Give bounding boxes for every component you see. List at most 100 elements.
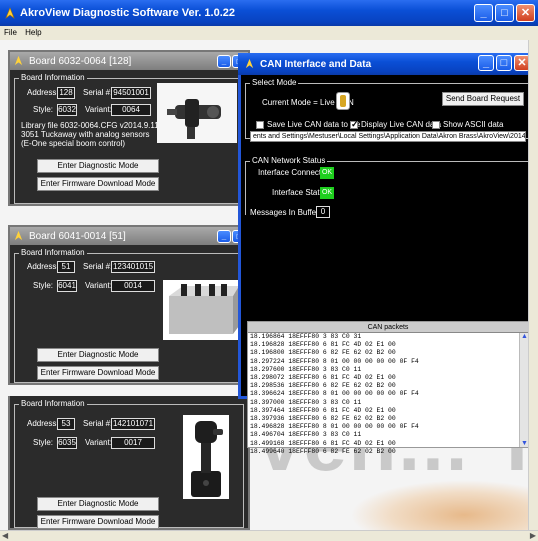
enter-firmware-download-button[interactable]: Enter Firmware Download Mode (37, 515, 159, 529)
messages-in-buffer-value: 0 (316, 206, 330, 218)
minimize-button[interactable]: _ (474, 4, 493, 22)
can-packet-row: 18.297600 18EFFF80 3 83 C0 11 (250, 365, 362, 373)
board-minimize-button[interactable]: _ (217, 55, 231, 68)
can-window-title: CAN Interface and Data (260, 58, 372, 70)
library-info-line-2: 3051 Tuckaway with analog sensors (21, 130, 150, 139)
board-title-bar: Board 6041-0014 [51] _□ (10, 227, 248, 245)
mode-toggle-switch[interactable] (336, 92, 350, 110)
board-minimize-button[interactable]: _ (217, 230, 231, 243)
akroview-app-icon (4, 7, 16, 19)
board-info-group: Board Information Address: 128 Serial #:… (14, 73, 244, 204)
board-info-group: Board Information Address: 51 Serial #: … (14, 248, 244, 383)
can-packet-row: 18.196864 18EFFF80 3 83 C0 31 (250, 333, 362, 340)
address-value: 51 (57, 261, 75, 273)
board-window-3[interactable]: Board Information Address: 53 Serial #: … (8, 396, 250, 530)
can-title-bar: CAN Interface and Data _ □ ✕ (238, 53, 533, 75)
serial-value: 142101071 (111, 418, 155, 430)
can-packet-list: 18.196864 18EFFF80 3 83 C0 31 18.196828 1… (248, 333, 528, 456)
can-packets-header: CAN packets (248, 322, 528, 333)
variant-label: Variant: (85, 105, 112, 114)
messages-in-buffer-label: Messages In Buffer (250, 208, 319, 217)
enter-firmware-download-button[interactable]: Enter Firmware Download Mode (37, 366, 159, 380)
can-maximize-button[interactable]: □ (496, 55, 512, 71)
horizontal-scrollbar[interactable]: ◀ ▶ (0, 530, 538, 541)
can-packets-panel[interactable]: CAN packets 18.196864 18EFFF80 3 83 C0 3… (247, 321, 529, 455)
style-value: 6035 (57, 437, 77, 449)
send-board-request-button[interactable]: Send Board Request (442, 92, 524, 106)
address-label: Address: (27, 88, 59, 97)
can-packet-row: 18.499640 18EFFF80 6 82 FE 62 02 B2 00 (250, 447, 396, 455)
enter-diagnostic-mode-button[interactable]: Enter Diagnostic Mode (37, 497, 159, 511)
can-network-status-label: CAN Network Status (250, 156, 328, 165)
board-window-2[interactable]: Board 6041-0014 [51] _□ Board Informatio… (8, 225, 250, 385)
group-label: Board Information (19, 248, 87, 257)
library-info-line-1: Library file 6032-0064.CFG v2014.9.11.0 (21, 121, 166, 130)
board-window-1[interactable]: Board 6032-0064 [128] _□ Board Informati… (8, 50, 250, 206)
interface-status-value: OK (320, 187, 334, 199)
scroll-left-arrow-icon[interactable]: ◀ (2, 531, 8, 540)
board-title: Board 6041-0014 [51] (29, 230, 126, 242)
style-label: Style: (33, 438, 54, 447)
variant-label: Variant: (85, 281, 112, 290)
variant-value: 0017 (111, 437, 155, 449)
style-label: Style: (33, 281, 54, 290)
checked-checkbox-icon (350, 119, 359, 130)
can-packet-row: 18.196800 18EFFF80 6 82 FE 62 02 B2 00 (250, 349, 396, 357)
can-minimize-button[interactable]: _ (478, 55, 494, 71)
enter-firmware-download-button[interactable]: Enter Firmware Download Mode (37, 177, 159, 191)
board-info-group: Board Information Address: 53 Serial #: … (14, 399, 244, 529)
group-label: Board Information (19, 399, 87, 408)
vertical-scrollbar[interactable] (528, 40, 538, 530)
can-packet-row: 18.396624 18EFFF80 8 01 00 00 00 00 00 0… (250, 390, 419, 398)
address-label: Address: (27, 419, 59, 428)
can-packet-row: 18.298536 18EFFF80 6 82 FE 62 02 B2 00 (250, 382, 396, 390)
menu-file[interactable]: File (4, 28, 17, 37)
packets-scrollbar[interactable]: ▲ ▼ (519, 333, 528, 447)
interface-connection-status: OK (320, 167, 334, 179)
app-title: AkroView Diagnostic Software Ver. 1.0.22 (20, 7, 235, 19)
maximize-button[interactable]: □ (495, 4, 514, 22)
can-interface-window[interactable]: CAN Interface and Data _ □ ✕ Select Mode… (238, 53, 533, 455)
save-live-can-checkbox[interactable]: Save Live CAN data to file (256, 120, 360, 129)
board-icon (13, 230, 25, 242)
style-label: Style: (33, 105, 54, 114)
library-info-line-3: (E-One special boom control) (21, 139, 126, 148)
address-value: 53 (57, 418, 75, 430)
style-value: 6041 (57, 280, 77, 292)
can-window-icon (244, 58, 256, 70)
can-packet-row: 18.196828 18EFFF80 6 81 FC 4D 02 E1 00 (250, 341, 396, 349)
select-mode-group: Select Mode Current Mode = Live CAN Send… (245, 78, 529, 142)
scroll-up-arrow-icon[interactable]: ▲ (521, 333, 528, 340)
device-photo (157, 83, 237, 143)
app-title-bar: AkroView Diagnostic Software Ver. 1.0.22… (0, 0, 538, 26)
board-icon (13, 55, 25, 67)
address-label: Address: (27, 262, 59, 271)
variant-label: Variant: (85, 438, 112, 447)
show-ascii-checkbox[interactable]: Show ASCII data (432, 120, 503, 129)
enter-diagnostic-mode-button[interactable]: Enter Diagnostic Mode (37, 159, 159, 173)
device-photo (183, 415, 229, 499)
can-network-status-group: CAN Network Status Interface Connection … (245, 156, 529, 218)
board-title-bar: Board 6032-0064 [128] _□ (10, 52, 248, 70)
checkbox-icon (256, 120, 264, 129)
can-packet-row: 18.397464 18EFFF80 6 81 FC 4D 02 E1 00 (250, 406, 396, 414)
scroll-right-arrow-icon[interactable]: ▶ (530, 531, 536, 540)
log-file-path-field[interactable]: ents and Settings\Mestuser\Local Setting… (250, 131, 526, 142)
address-value: 128 (57, 87, 75, 99)
can-packet-row: 18.397936 18EFFF80 6 82 FE 62 02 B2 00 (250, 415, 396, 423)
can-packet-row: 18.496828 18EFFF80 8 01 00 00 00 00 00 0… (250, 423, 419, 431)
close-button[interactable]: ✕ (516, 4, 535, 22)
variant-value: 0064 (111, 104, 151, 116)
serial-value: 123401015 (111, 261, 155, 273)
can-packet-row: 18.298072 18EFFF80 6 81 FC 4D 02 E1 00 (250, 374, 396, 382)
select-mode-label: Select Mode (250, 78, 299, 87)
scroll-down-arrow-icon[interactable]: ▼ (521, 440, 528, 447)
menu-help[interactable]: Help (25, 28, 41, 37)
display-live-can-checkbox[interactable]: Display Live CAN data (350, 119, 441, 130)
serial-value: 94501001 (111, 87, 151, 99)
menu-bar: File Help (0, 26, 538, 40)
can-packet-row: 18.499168 18EFFF80 6 81 FC 4D 02 E1 00 (250, 439, 396, 447)
enter-diagnostic-mode-button[interactable]: Enter Diagnostic Mode (37, 348, 159, 362)
checkbox-icon (432, 120, 440, 129)
device-photo (163, 280, 239, 340)
